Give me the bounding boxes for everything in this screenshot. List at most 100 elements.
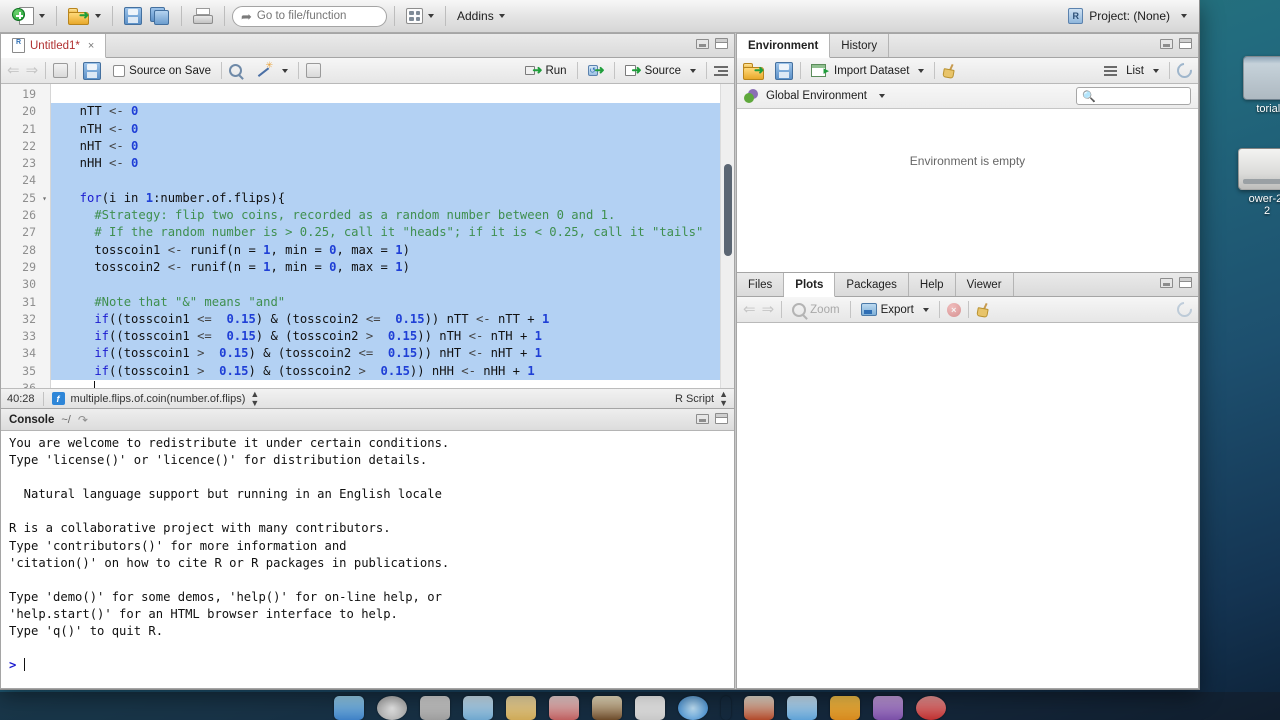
desktop-icon-drive[interactable]: ower-2. 2 [1224, 148, 1280, 217]
maximize-pane-icon[interactable] [715, 413, 728, 424]
dock-app-notes[interactable] [592, 696, 622, 720]
print-button[interactable] [189, 4, 217, 28]
minimize-pane-icon[interactable] [696, 413, 709, 424]
code-tools-button[interactable] [254, 60, 291, 78]
code-line[interactable]: if((tosscoin1 <= 0.15) & (tosscoin2 <= 0… [51, 310, 734, 329]
doc-type-stepper-icon[interactable]: ▲ ▼ [719, 389, 728, 408]
refresh-icon[interactable] [1173, 298, 1196, 321]
open-in-finder-icon[interactable]: ↷ [78, 413, 88, 427]
document-type-label[interactable]: R Script [675, 393, 714, 405]
run-button[interactable]: ➜ Run [522, 64, 569, 77]
dock-app-siri[interactable] [377, 696, 407, 720]
dock-app-red[interactable] [916, 696, 946, 720]
export-plot-button[interactable]: Export [858, 303, 932, 316]
dock-app-reminders[interactable] [635, 696, 665, 720]
source-button[interactable]: ➜ Source [622, 64, 699, 77]
maximize-pane-icon[interactable] [1179, 38, 1192, 49]
code-line[interactable]: nTT <- 0 [51, 103, 734, 121]
chevron-down-icon[interactable] [282, 68, 288, 73]
back-arrow-icon[interactable]: ⇐ [7, 63, 20, 78]
code-line[interactable]: if((tosscoin1 > 0.15) & (tosscoin2 > 0.1… [51, 362, 734, 381]
console-prompt-line[interactable]: > [9, 657, 726, 674]
load-workspace-icon[interactable]: ➜ [743, 62, 765, 80]
maximize-pane-icon[interactable] [715, 38, 728, 49]
code-line[interactable] [51, 276, 734, 294]
code-line[interactable] [51, 380, 734, 388]
dock-app-safari[interactable] [678, 696, 708, 720]
dock-app-finder-folder[interactable] [506, 696, 536, 720]
rerun-button[interactable]: ↺ ➜ [585, 64, 607, 77]
refresh-icon[interactable] [1173, 59, 1196, 82]
pane-layout-button[interactable] [402, 4, 438, 28]
code-line[interactable]: # If the random number is > 0.25, call i… [51, 224, 734, 242]
source-on-save-checkbox[interactable]: Source on Save [110, 64, 214, 77]
minimize-pane-icon[interactable] [1160, 38, 1173, 49]
view-mode-button[interactable]: List [1101, 65, 1162, 77]
environment-search-input[interactable]: 🔍 [1076, 87, 1191, 105]
compile-report-icon[interactable] [306, 63, 321, 78]
scope-label[interactable]: multiple.flips.of.coin(number.of.flips) [71, 393, 246, 405]
open-file-button[interactable]: ➜ [64, 4, 105, 28]
dock[interactable] [0, 692, 1280, 720]
save-workspace-icon[interactable] [775, 61, 793, 80]
code-line[interactable]: nHT <- 0 [51, 137, 734, 156]
dock-app-appstore[interactable] [744, 696, 774, 720]
code-line[interactable] [51, 86, 734, 103]
show-in-new-window-icon[interactable] [53, 63, 69, 78]
document-outline-icon[interactable] [714, 65, 728, 76]
remove-plot-icon[interactable]: × [946, 302, 961, 317]
tab-help[interactable]: Help [909, 273, 956, 296]
goto-file-function-box[interactable]: ➦ [232, 5, 387, 27]
clear-all-plots-icon[interactable] [976, 303, 991, 317]
scope-stepper-icon[interactable]: ▲ ▼ [250, 389, 259, 408]
chevron-down-icon[interactable] [1153, 68, 1159, 73]
desktop-icon-folder[interactable]: torials [1228, 56, 1280, 115]
chevron-down-icon[interactable] [498, 14, 505, 18]
global-environment-selector[interactable]: Global Environment [744, 88, 885, 104]
next-plot-icon[interactable]: ⇒ [762, 302, 775, 317]
editor-scrollbar[interactable] [720, 84, 734, 388]
chevron-down-icon[interactable] [690, 68, 696, 73]
previous-plot-icon[interactable]: ⇐ [743, 302, 756, 317]
minimize-pane-icon[interactable] [1160, 277, 1173, 288]
zoom-plot-button[interactable]: Zoom [789, 302, 842, 317]
dock-app-mail[interactable] [549, 696, 579, 720]
chevron-down-icon[interactable] [1181, 14, 1187, 18]
dock-app-finder[interactable] [334, 696, 364, 720]
forward-arrow-icon[interactable]: ⇒ [26, 63, 39, 78]
code-line[interactable]: tosscoin2 <- runif(n = 1 , min = 0, max =… [51, 258, 734, 277]
chevron-down-icon[interactable] [39, 14, 45, 18]
import-dataset-button[interactable]: Import Dataset [808, 64, 927, 77]
chevron-down-icon[interactable] [428, 14, 434, 18]
tab-viewer[interactable]: Viewer [956, 273, 1014, 296]
checkbox-icon[interactable] [113, 64, 126, 77]
dock-app-pages[interactable] [830, 696, 860, 720]
code-line[interactable]: #Strategy: flip two coins, recorded as a… [51, 207, 734, 225]
clear-workspace-icon[interactable] [942, 64, 957, 78]
code-line[interactable] [51, 172, 734, 190]
dock-app-photos[interactable] [787, 696, 817, 720]
code-line[interactable]: if((tosscoin1 > 0.15) & (tosscoin2 <= 0.… [51, 345, 734, 363]
editor-scrollbar-thumb[interactable] [724, 164, 732, 256]
addins-button[interactable]: Addins [453, 4, 509, 28]
save-button[interactable] [120, 4, 146, 28]
console-output[interactable]: You are welcome to redistribute it under… [1, 431, 734, 688]
code-fold-icon[interactable]: ▾ [42, 190, 47, 207]
chevron-down-icon[interactable] [922, 307, 929, 312]
tab-environment[interactable]: Environment [737, 34, 831, 58]
maximize-pane-icon[interactable] [1179, 277, 1192, 288]
find-icon[interactable] [229, 64, 242, 77]
dock-app-purple[interactable] [873, 696, 903, 720]
dock-app-launchpad[interactable] [420, 696, 450, 720]
tab-packages[interactable]: Packages [835, 273, 909, 296]
minimize-pane-icon[interactable] [696, 38, 709, 49]
new-file-button[interactable] [8, 4, 49, 28]
code-line[interactable]: if((tosscoin1 <= 0.15) & (tosscoin2 > 0.… [51, 328, 734, 346]
source-tab-untitled1[interactable]: R Untitled1* × [1, 34, 107, 58]
code-line[interactable]: #Note that "&" means "and" [51, 293, 734, 311]
chevron-down-icon[interactable] [879, 94, 885, 98]
code-line[interactable]: nTH <- 0 [51, 120, 734, 138]
plots-body[interactable] [737, 323, 1198, 688]
tab-files[interactable]: Files [737, 273, 785, 296]
close-icon[interactable]: × [88, 40, 94, 52]
